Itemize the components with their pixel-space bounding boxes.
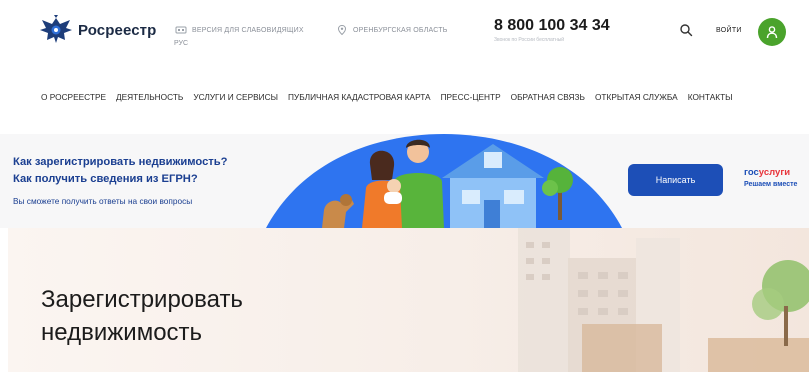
nav-item-open-service[interactable]: ОТКРЫТАЯ СЛУЖБА	[595, 92, 678, 102]
eagle-emblem-icon	[40, 15, 72, 43]
page-title-line-2: недвижимость	[41, 319, 203, 346]
family-house-illustration	[266, 134, 622, 228]
region-label: ОРЕНБУРГСКАЯ ОБЛАСТЬ	[353, 26, 448, 34]
banner-question-egrn[interactable]: Как получить сведения из ЕГРН?	[13, 173, 198, 185]
gosuslugi-logo-part1: гос	[744, 167, 759, 178]
gosuslugi-logo-part2: услуги	[758, 167, 791, 178]
login-link[interactable]: ВОЙТИ	[716, 27, 742, 34]
nav-item-activity[interactable]: ДЕЯТЕЛЬНОСТЬ	[116, 92, 183, 102]
page-title: Зарегистрировать недвижимость	[41, 283, 243, 349]
user-icon	[766, 26, 778, 39]
hotline-phone[interactable]: 8 800 100 34 34	[494, 17, 610, 35]
location-pin-icon	[337, 24, 347, 36]
vision-version-link[interactable]: ВЕРСИЯ ДЛЯ СЛАБОВИДЯЩИХ	[175, 24, 304, 36]
write-message-button[interactable]: Написать	[628, 164, 723, 196]
phone-note: Звонок по России бесплатный	[494, 37, 565, 43]
user-account-button[interactable]	[758, 18, 786, 46]
banner-question-register[interactable]: Как зарегистрировать недвижимость?	[13, 156, 228, 168]
feedback-banner: Как зарегистрировать недвижимость? Как п…	[0, 134, 809, 228]
search-icon	[680, 24, 693, 37]
nav-item-services[interactable]: УСЛУГИ И СЕРВИСЫ	[193, 92, 278, 102]
site-header: Росреестр ВЕРСИЯ ДЛЯ СЛАБОВИДЯЩИХ РУС ОР…	[0, 0, 809, 62]
nav-item-feedback[interactable]: ОБРАТНАЯ СВЯЗЬ	[511, 92, 585, 102]
language-switch[interactable]: РУС	[174, 40, 188, 47]
gosuslugi-logo[interactable]: госуслуги	[744, 167, 790, 178]
main-navigation: О РОСРЕЕСТРЕ ДЕЯТЕЛЬНОСТЬ УСЛУГИ И СЕРВИ…	[41, 92, 732, 102]
logo[interactable]: Росреестр	[38, 14, 156, 46]
vision-version-label: ВЕРСИЯ ДЛЯ СЛАБОВИДЯЩИХ	[192, 26, 304, 34]
search-button[interactable]	[678, 23, 694, 39]
nav-item-contacts[interactable]: КОНТАКТЫ	[688, 92, 733, 102]
region-selector[interactable]: ОРЕНБУРГСКАЯ ОБЛАСТЬ	[336, 24, 448, 36]
nav-item-cadastral-map[interactable]: ПУБЛИЧНАЯ КАДАСТРОВАЯ КАРТА	[288, 92, 431, 102]
nav-item-about[interactable]: О РОСРЕЕСТРЕ	[41, 92, 106, 102]
logo-text: Росреестр	[78, 21, 157, 39]
page-title-line-1: Зарегистрировать	[41, 286, 243, 313]
gosuslugi-tagline: Решаем вместе	[744, 181, 798, 188]
eye-icon	[175, 26, 187, 34]
banner-subtitle: Вы сможете получить ответы на свои вопро…	[13, 196, 193, 206]
nav-item-press-center[interactable]: ПРЕСС-ЦЕНТР	[441, 92, 501, 102]
